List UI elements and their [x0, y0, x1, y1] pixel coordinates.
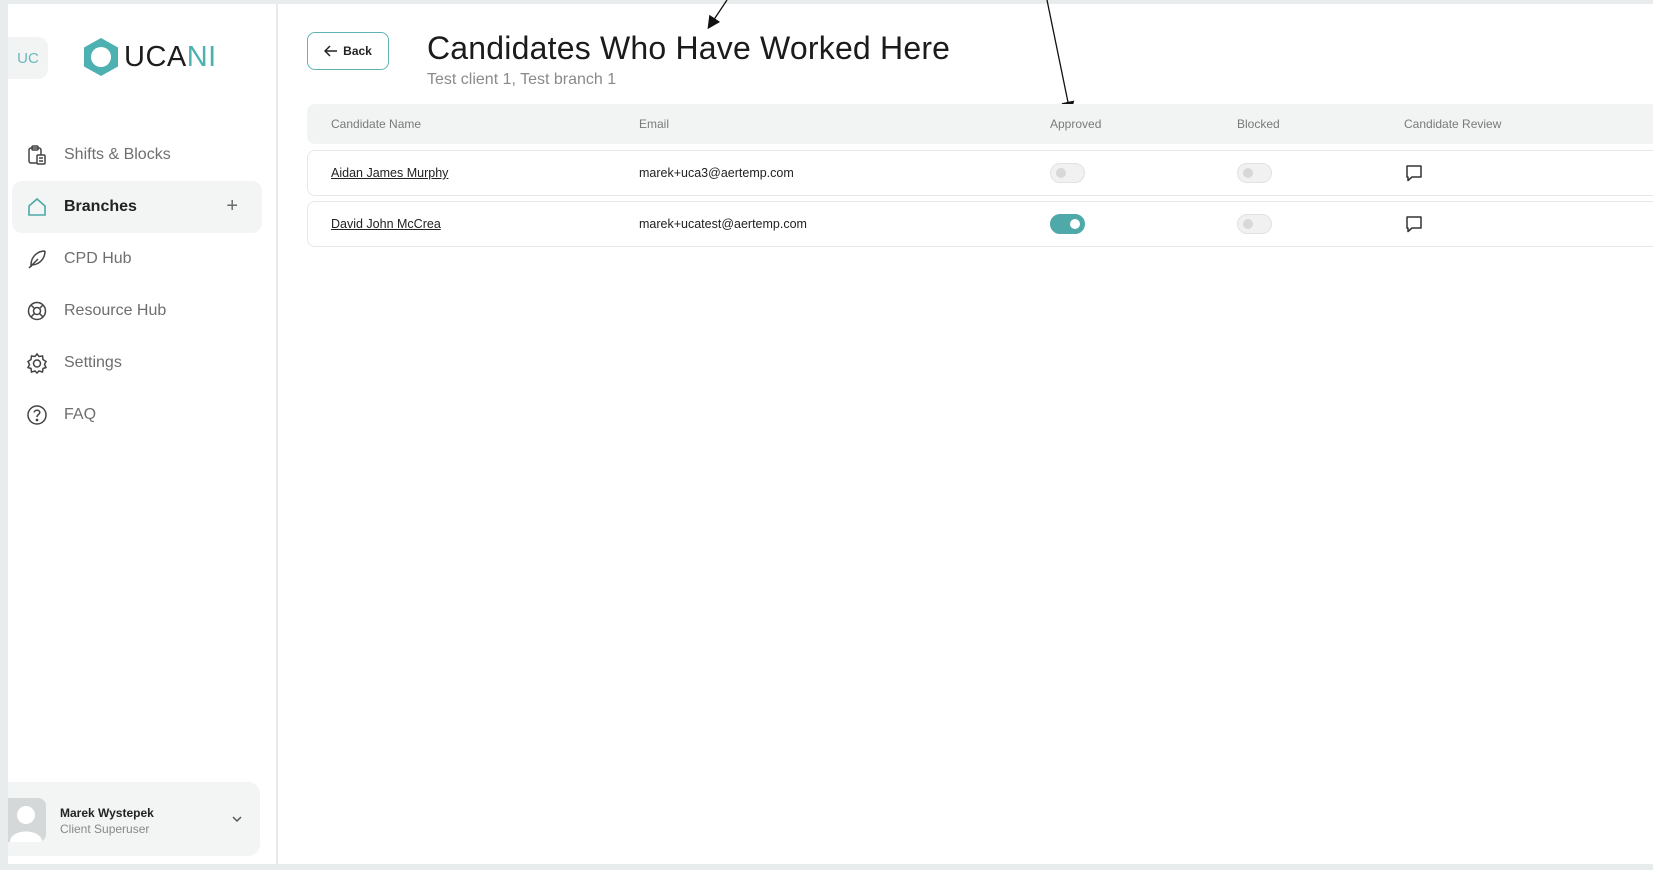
sidebar-item-label: Shifts & Blocks	[64, 146, 171, 163]
logo-text-part1: UCA	[124, 40, 187, 73]
sidebar-item-branches[interactable]: Branches +	[12, 181, 262, 233]
bottom-border	[0, 864, 1653, 870]
user-role: Client Superuser	[60, 822, 150, 836]
user-menu[interactable]: Marek Wystepek Client Superuser	[8, 782, 260, 856]
avatar	[8, 798, 46, 842]
sidebar-item-label: FAQ	[64, 406, 97, 423]
candidate-email: marek+ucatest@aertemp.com	[639, 217, 807, 231]
lifebuoy-icon	[26, 300, 48, 322]
sidebar-item-faq[interactable]: FAQ	[12, 389, 262, 441]
approved-toggle[interactable]	[1050, 163, 1085, 183]
column-header-candidate-review: Candidate Review	[1404, 117, 1502, 131]
table-header: Candidate Name Email Approved Blocked Ca…	[307, 104, 1653, 144]
home-icon	[26, 196, 48, 218]
user-name: Marek Wystepek	[60, 806, 154, 820]
app-window: UC UCANI Shifts & Blocks Branches + CPD …	[0, 0, 1653, 870]
table-row: David John McCrea marek+ucatest@aertemp.…	[307, 201, 1653, 247]
arrow-left-icon	[324, 45, 338, 57]
gear-icon	[26, 352, 48, 374]
toggle-knob	[1243, 219, 1253, 229]
blocked-toggle[interactable]	[1237, 163, 1272, 183]
candidate-email: marek+uca3@aertemp.com	[639, 166, 794, 180]
logo-text-part2: NI	[186, 40, 217, 73]
sidebar-item-label: Settings	[64, 354, 122, 371]
left-border	[0, 0, 8, 870]
page-subtitle: Test client 1, Test branch 1	[427, 71, 617, 88]
collapse-sidebar-badge[interactable]: UC	[8, 37, 48, 79]
sidebar-nav: Shifts & Blocks Branches + CPD Hub Resou…	[12, 129, 262, 441]
column-header-email: Email	[639, 117, 670, 131]
sidebar-item-resource-hub[interactable]: Resource Hub	[12, 285, 262, 337]
toggle-knob	[1070, 219, 1080, 229]
back-button[interactable]: Back	[307, 32, 389, 70]
ucani-logo[interactable]: UCANI	[80, 34, 217, 80]
sidebar-item-label: Branches	[64, 198, 137, 215]
chevron-down-icon[interactable]	[230, 812, 244, 826]
toggle-knob	[1056, 168, 1066, 178]
logo-wordmark: UCANI	[124, 41, 217, 74]
feather-icon	[26, 248, 48, 270]
column-header-approved: Approved	[1050, 117, 1102, 131]
table-row: Aidan James Murphy marek+uca3@aertemp.co…	[307, 150, 1653, 196]
clipboard-icon	[26, 144, 48, 166]
question-icon	[26, 404, 48, 426]
chat-bubble-icon[interactable]	[1404, 163, 1424, 183]
toggle-knob	[1243, 168, 1253, 178]
add-branch-button[interactable]: +	[226, 195, 238, 218]
candidate-name-link[interactable]: David John McCrea	[331, 217, 441, 231]
sidebar-item-cpd-hub[interactable]: CPD Hub	[12, 233, 262, 285]
column-header-blocked: Blocked	[1237, 117, 1280, 131]
approved-toggle[interactable]	[1050, 214, 1085, 234]
back-label: Back	[343, 44, 372, 58]
hexagon-logo-icon	[84, 38, 118, 76]
sidebar-item-label: CPD Hub	[64, 250, 132, 267]
sidebar-item-shifts-blocks[interactable]: Shifts & Blocks	[12, 129, 262, 181]
page-title: Candidates Who Have Worked Here	[427, 30, 951, 66]
chat-bubble-icon[interactable]	[1404, 214, 1424, 234]
column-header-candidate-name: Candidate Name	[331, 117, 422, 131]
candidate-name-link[interactable]: Aidan James Murphy	[331, 166, 448, 180]
blocked-toggle[interactable]	[1237, 214, 1272, 234]
sidebar-item-label: Resource Hub	[64, 302, 167, 319]
sidebar: UC UCANI Shifts & Blocks Branches + CPD …	[8, 4, 278, 864]
sidebar-item-settings[interactable]: Settings	[12, 337, 262, 389]
